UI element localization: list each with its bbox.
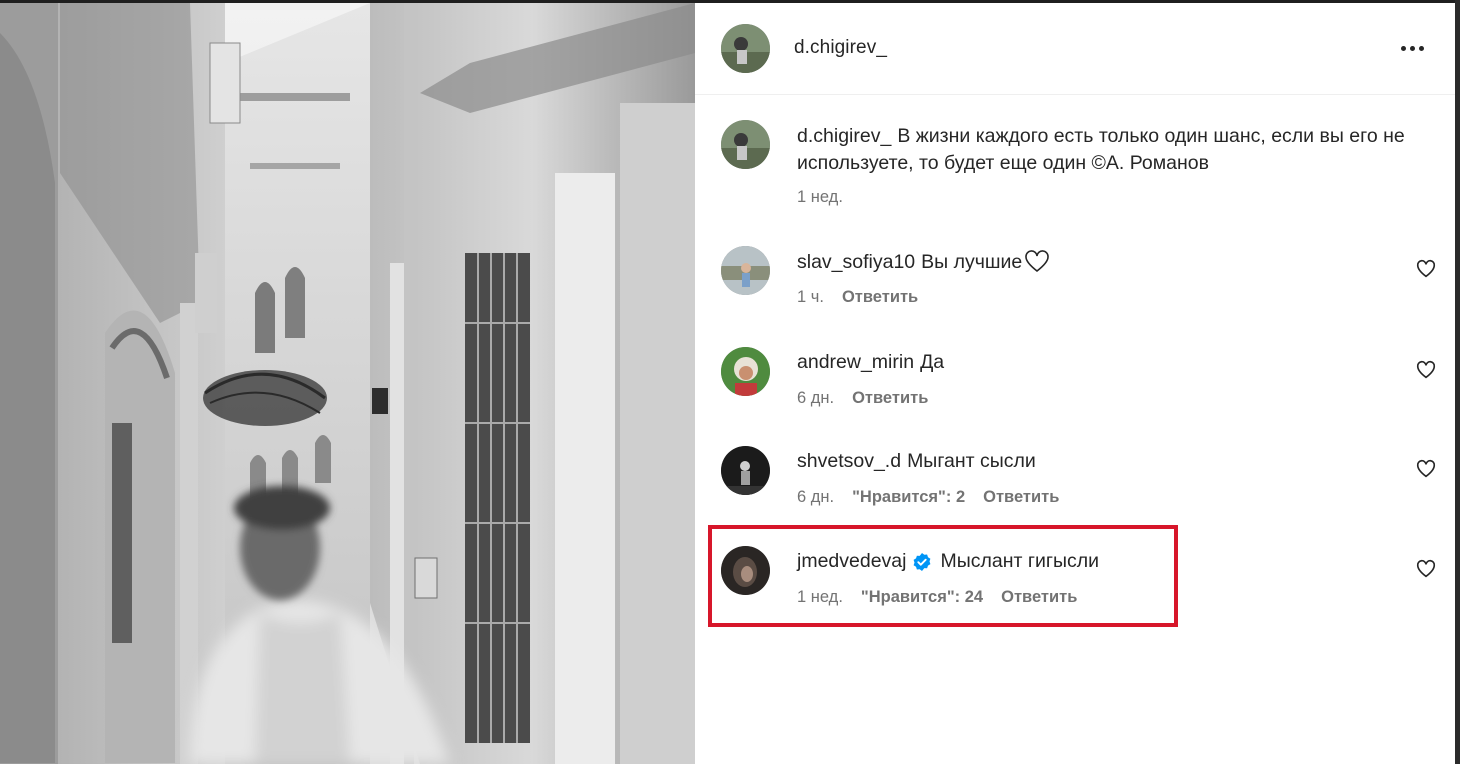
author-username[interactable]: d.chigirev_ [794,37,887,59]
post-photo[interactable] [0,3,695,764]
comment-meta: 1 нед. "Нравится": 24 Ответить [797,588,1077,607]
like-comment-heart-icon[interactable] [1415,558,1437,580]
more-options-button[interactable] [1395,31,1429,65]
comment-username[interactable]: andrew_mirin [797,351,914,374]
comment-avatar[interactable] [721,446,770,495]
comment-item: shvetsov_.d Мыгант сысли 6 дн. "Нравится… [695,446,1455,536]
comment-meta: 6 дн. Ответить [797,389,928,408]
comment-item: slav_sofiya10 Вы лучшие 1 ч. Ответить [695,246,1455,336]
comment-time[interactable]: 1 ч. [797,288,824,307]
comment-meta: 1 ч. Ответить [797,288,918,307]
comment-text: Мыслант гигысли [940,550,1099,572]
verified-badge-icon [914,552,931,571]
comment-avatar[interactable] [721,546,770,595]
comment-time[interactable]: 6 дн. [797,389,834,408]
caption-username[interactable]: d.chigirev_ [797,125,891,147]
reply-button[interactable]: Ответить [1001,588,1077,607]
comment-username[interactable]: slav_sofiya10 [797,251,915,274]
comment-time[interactable]: 6 дн. [797,488,834,507]
comment-likes-count[interactable]: "Нравится": 24 [861,588,983,607]
instagram-post-view: d.chigirev_ d.chigirev_ В жизни каждого е… [0,0,1460,764]
like-comment-heart-icon[interactable] [1415,359,1437,381]
comment-text: Да [920,351,945,373]
comment-line: jmedvedevaj Мыслант гигысли [797,550,1099,573]
post-photo-image [0,3,695,764]
reply-button[interactable]: Ответить [852,389,928,408]
comment-line: andrew_mirin Да [797,351,944,374]
comment-username[interactable]: shvetsov_.d [797,450,901,473]
comment-time[interactable]: 1 нед. [797,588,843,607]
comment-avatar[interactable] [721,246,770,295]
author-avatar[interactable] [721,24,770,73]
comment-likes-count[interactable]: "Нравится": 2 [852,488,965,507]
like-comment-heart-icon[interactable] [1415,258,1437,280]
like-comment-heart-icon[interactable] [1415,458,1437,480]
window-right-edge [1455,0,1460,764]
reply-button[interactable]: Ответить [842,288,918,307]
comment-avatar[interactable] [721,347,770,396]
caption-text-block: d.chigirev_ В жизни каждого есть только о… [797,123,1417,177]
post-header: d.chigirev_ [695,3,1455,95]
heart-emoji-icon [1025,250,1050,273]
caption-timestamp[interactable]: 1 нед. [797,188,843,207]
more-horizontal-icon [1400,45,1406,51]
comment-text: Вы лучшие [921,250,1023,273]
comment-text: Мыгант сысли [907,450,1036,472]
post-caption: d.chigirev_ В жизни каждого есть только о… [695,111,1455,221]
comment-item-highlighted: jmedvedevaj Мыслант гигысли 1 нед. "Нрав… [695,546,1455,636]
comment-line: slav_sofiya10 Вы лучшие [797,250,1050,274]
caption-avatar[interactable] [721,120,770,169]
post-sidebar: d.chigirev_ d.chigirev_ В жизни каждого е… [695,3,1455,764]
reply-button[interactable]: Ответить [983,488,1059,507]
comment-line: shvetsov_.d Мыгант сысли [797,450,1036,473]
comment-username[interactable]: jmedvedevaj [797,550,906,573]
comment-meta: 6 дн. "Нравится": 2 Ответить [797,488,1059,507]
comment-item: andrew_mirin Да 6 дн. Ответить [695,347,1455,437]
